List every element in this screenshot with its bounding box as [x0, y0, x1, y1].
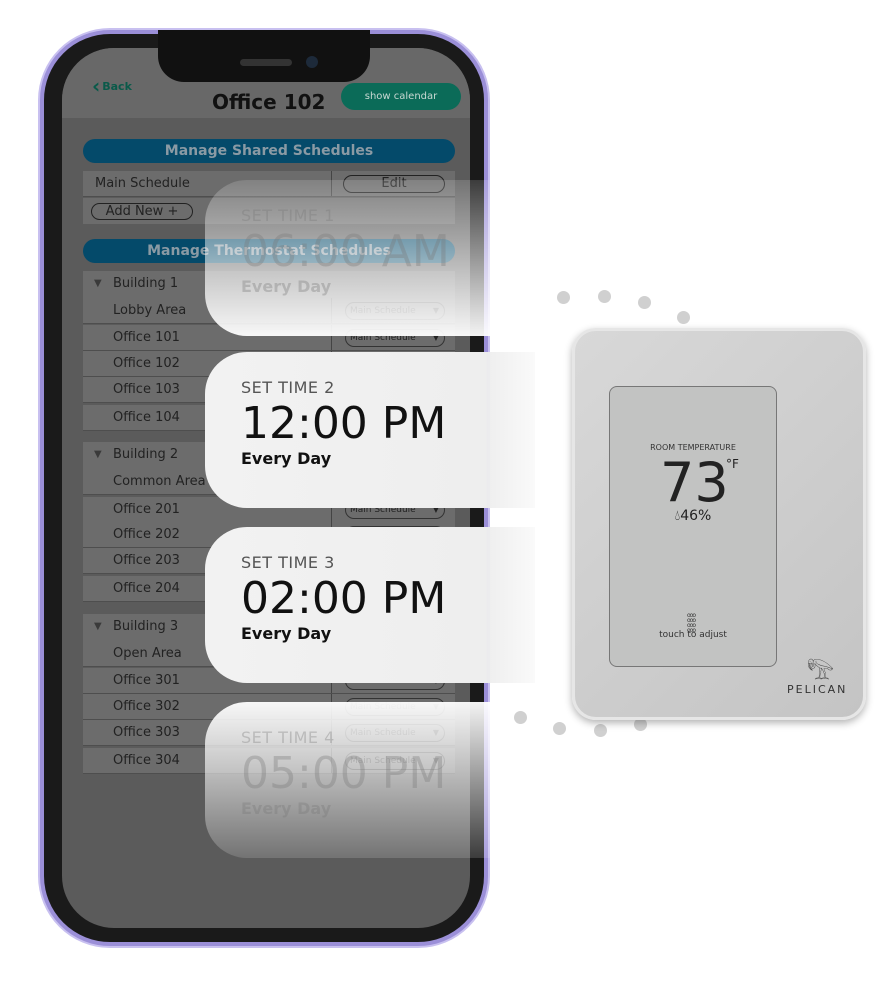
set-time-card-2[interactable]: SET TIME 2 12:00 PM Every Day: [205, 352, 535, 508]
back-button[interactable]: ‹ Back: [92, 74, 132, 98]
chevron-left-icon: ‹: [92, 74, 101, 98]
connector-dot: [594, 724, 607, 737]
row-label: Office 203: [113, 553, 180, 568]
phone-notch: [158, 30, 370, 82]
row-label: Office 101: [113, 330, 180, 345]
row-label: Building 1: [113, 276, 179, 291]
pelican-thermostat: ROOM TEMPERATURE 73 °F 💧︎46% ooo ooo ooo oo…: [572, 328, 866, 720]
collapse-triangle-icon[interactable]: ▼: [94, 271, 102, 297]
set-time-card-4[interactable]: SET TIME 4 05:00 PM Every Day: [205, 702, 535, 858]
set-time-value: 05:00 PM: [241, 748, 447, 799]
row-label: Office 304: [113, 753, 180, 768]
set-time-repeat: Every Day: [241, 624, 332, 643]
set-time-repeat: Every Day: [241, 449, 332, 468]
connector-dot: [514, 711, 527, 724]
row-label: Office 204: [113, 581, 180, 596]
temperature-unit: °F: [726, 457, 739, 471]
set-time-value: 02:00 PM: [241, 573, 447, 624]
row-label: Office 103: [113, 382, 180, 397]
connector-dot: [677, 311, 690, 324]
row-label: Office 104: [113, 410, 180, 425]
brand-logo: PELICAN: [787, 683, 848, 696]
humidity-value: 46%: [680, 508, 712, 524]
set-time-card-1[interactable]: SET TIME 1 06:00 AM Every Day: [205, 180, 535, 336]
connector-dot: [638, 296, 651, 309]
set-time-label: SET TIME 2: [241, 378, 335, 397]
set-time-label: SET TIME 4: [241, 728, 335, 747]
connector-dot: [598, 290, 611, 303]
set-time-value: 06:00 AM: [241, 226, 450, 277]
page-title: Office 102: [212, 90, 326, 114]
set-time-value: 12:00 PM: [241, 398, 447, 449]
row-label: Open Area: [113, 646, 182, 661]
add-new-button[interactable]: Add New +: [91, 203, 193, 220]
speaker-grille: [240, 59, 292, 66]
schedule-name: Main Schedule: [95, 176, 190, 191]
connector-dot: [557, 291, 570, 304]
set-time-repeat: Every Day: [241, 277, 332, 296]
row-label: Common Area: [113, 474, 206, 489]
connector-dot: [553, 722, 566, 735]
row-label: Office 303: [113, 725, 180, 740]
show-calendar-button[interactable]: show calendar: [341, 83, 461, 110]
back-label: Back: [102, 80, 132, 93]
row-label: Lobby Area: [113, 303, 187, 318]
row-label: Building 3: [113, 619, 179, 634]
row-label: Building 2: [113, 447, 179, 462]
touch-to-adjust-label: touch to adjust: [659, 630, 727, 640]
thermostat-display[interactable]: ROOM TEMPERATURE 73 °F 💧︎46% ooo ooo ooo oo…: [609, 386, 777, 667]
row-label: Office 102: [113, 356, 180, 371]
row-label: Office 302: [113, 699, 180, 714]
row-label: Office 301: [113, 673, 180, 688]
temperature-value: 73: [660, 451, 729, 514]
set-time-card-3[interactable]: SET TIME 3 02:00 PM Every Day: [205, 527, 535, 683]
set-time-label: SET TIME 3: [241, 553, 335, 572]
shared-schedules-heading: Manage Shared Schedules: [83, 139, 455, 163]
pelican-bird-icon: 𓅟: [807, 660, 834, 685]
set-time-label: SET TIME 1: [241, 206, 335, 225]
row-label: Office 201: [113, 502, 180, 517]
collapse-triangle-icon[interactable]: ▼: [94, 442, 102, 468]
front-camera: [306, 56, 318, 68]
humidity-readout: 💧︎46%: [610, 508, 776, 524]
set-time-repeat: Every Day: [241, 799, 332, 818]
row-label: Office 202: [113, 527, 180, 542]
collapse-triangle-icon[interactable]: ▼: [94, 614, 102, 640]
